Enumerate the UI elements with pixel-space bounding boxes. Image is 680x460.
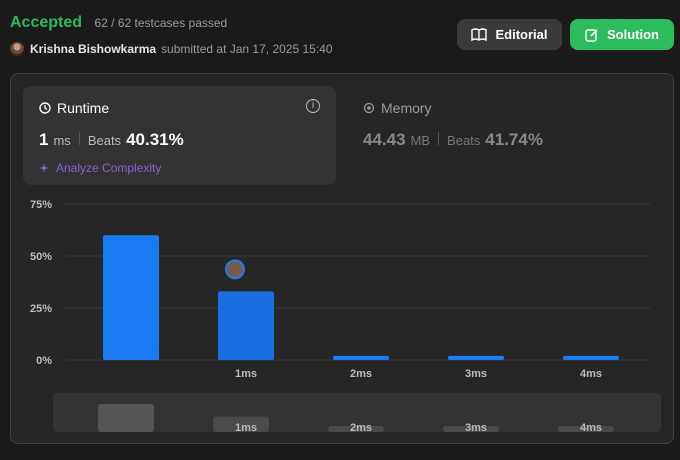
x-tick-label: 1ms [235, 368, 257, 380]
bar[interactable] [563, 355, 619, 360]
bar[interactable] [448, 355, 504, 360]
bar[interactable] [103, 235, 159, 360]
overview-bar [98, 404, 154, 432]
x-tick-label: 3ms [465, 368, 487, 380]
bar[interactable] [218, 291, 274, 360]
y-tick-label: 25% [30, 303, 52, 315]
y-tick-label: 50% [30, 251, 52, 263]
user-avatar-marker[interactable] [227, 261, 243, 278]
x-tick-label: 4ms [580, 368, 602, 380]
y-tick-label: 0% [36, 355, 52, 367]
bar[interactable] [333, 355, 389, 360]
overview-label: 1ms [235, 422, 257, 434]
y-tick-label: 75% [30, 199, 52, 211]
overview-label: 3ms [465, 422, 487, 434]
x-tick-label: 2ms [350, 368, 372, 380]
runtime-distribution-chart: 0% 25% 50% 75% 1ms 2ms 3ms 4ms 1ms 2ms 3ms 4ms [30, 199, 661, 434]
overview-label: 2ms [350, 422, 372, 434]
overview-label: 4ms [580, 422, 602, 434]
